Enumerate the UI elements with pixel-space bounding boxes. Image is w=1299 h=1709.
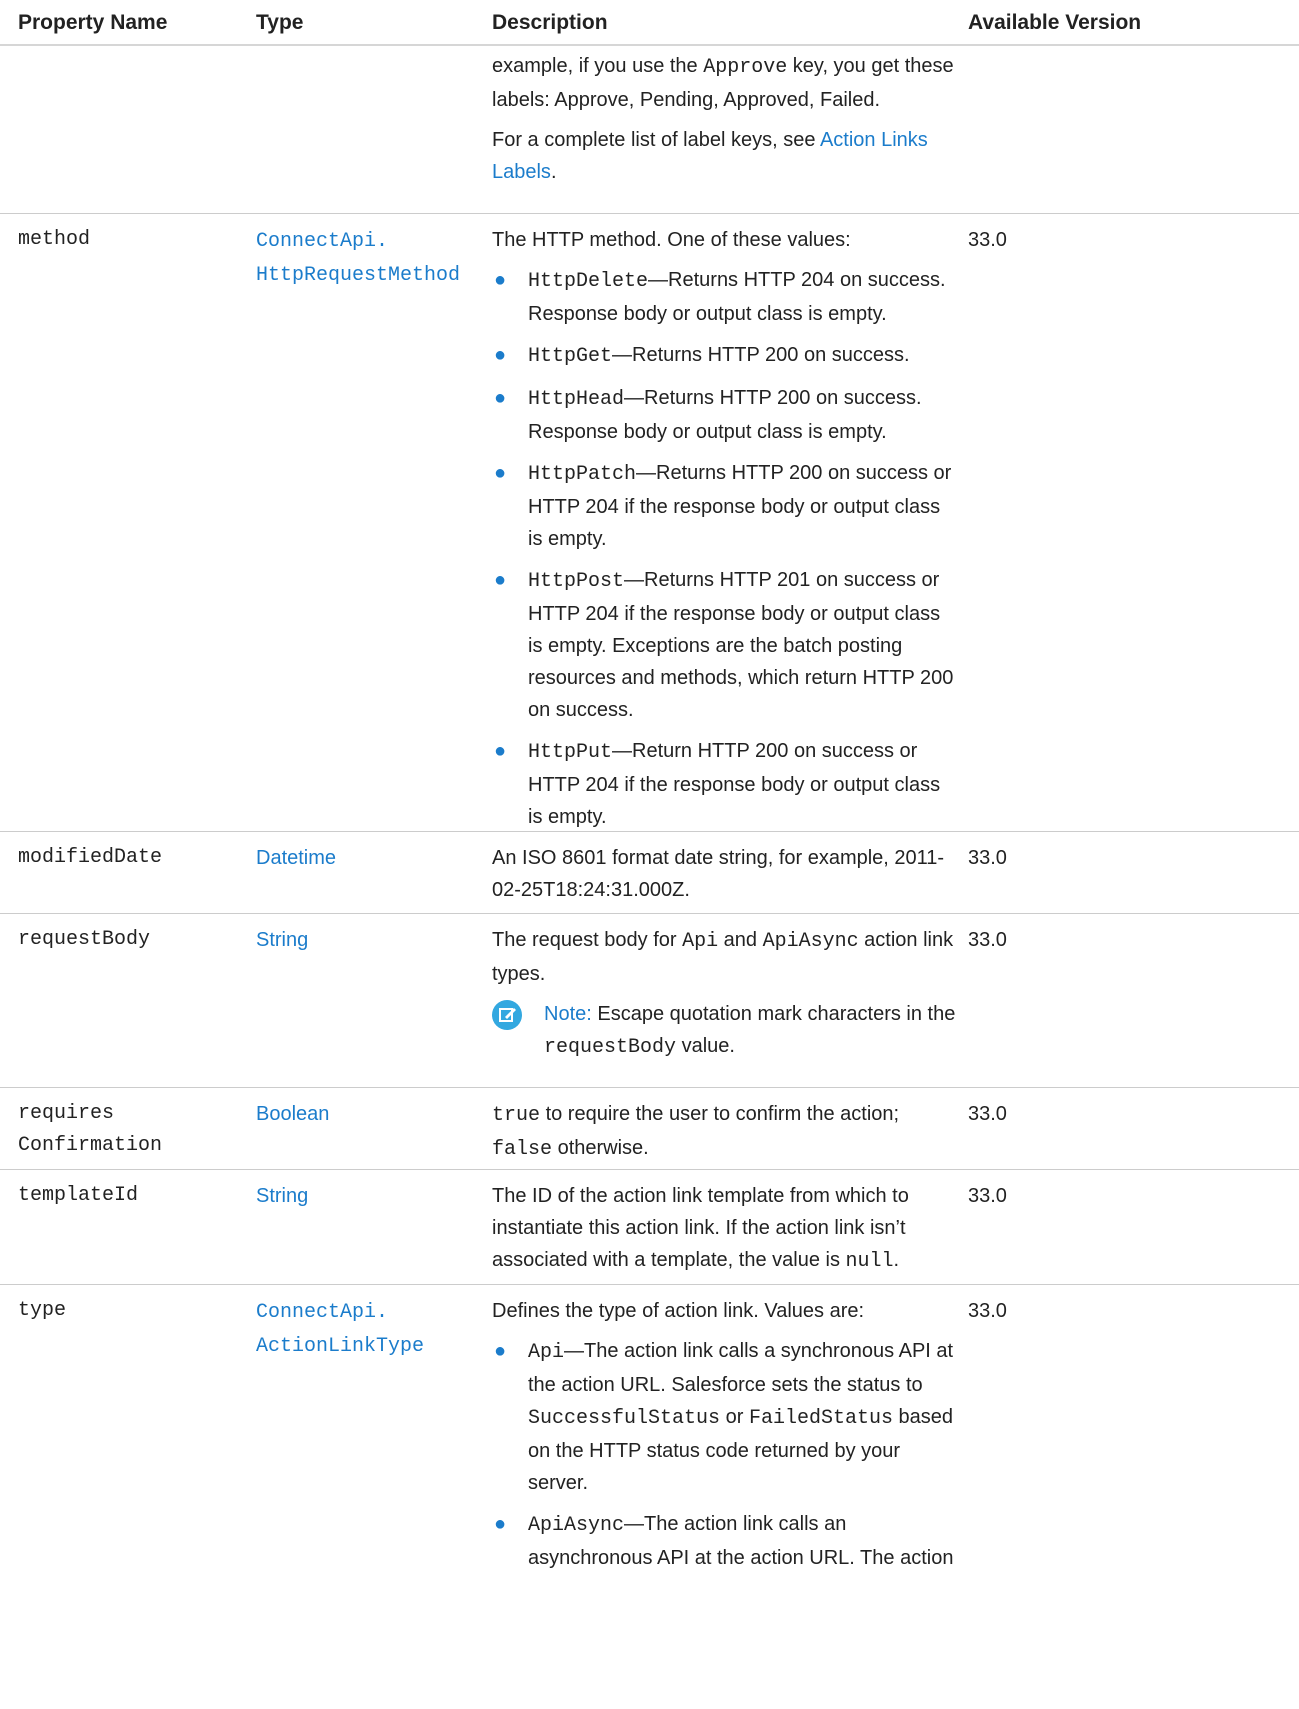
available-version: 33.0 (968, 847, 1007, 869)
bullet-icon: ● (494, 1340, 507, 1362)
row-divider (0, 1284, 1299, 1285)
bullet-icon: ● (494, 569, 507, 591)
method-values-list: ● HttpDelete—Returns HTTP 204 on success.… (492, 264, 958, 833)
label-keys-reference: For a complete list of label keys, see A… (492, 129, 928, 183)
description-cell: Defines the type of action link. Values … (492, 1295, 958, 1574)
type-link-httprequestmethod[interactable]: ConnectApi. HttpRequestMethod (256, 230, 460, 287)
description-cell: The request body for Api and ApiAsync ac… (492, 924, 958, 1064)
bullet-icon: ● (494, 344, 507, 366)
available-version: 33.0 (968, 229, 1007, 251)
type-cell: String (256, 1180, 481, 1212)
row-divider (0, 831, 1299, 832)
row-divider (0, 913, 1299, 914)
row-divider (0, 1169, 1299, 1170)
type-cell: Datetime (256, 842, 481, 874)
list-item: ● HttpGet—Returns HTTP 200 on success. (492, 339, 958, 373)
bullet-icon: ● (494, 269, 507, 291)
description-intro: Defines the type of action link. Values … (492, 1300, 865, 1322)
property-name: method (18, 228, 91, 251)
header-available-version: Available Version (968, 11, 1142, 34)
type-values-list: ● Api—The action link calls a synchronous… (492, 1335, 958, 1574)
label-keys-text: example, if you use the Approve key, you… (492, 55, 954, 111)
type-cell: Boolean (256, 1098, 481, 1130)
bullet-icon: ● (494, 462, 507, 484)
row-divider (0, 1087, 1299, 1088)
bullet-icon: ● (494, 740, 507, 762)
description-text: The request body for Api and ApiAsync ac… (492, 929, 954, 985)
available-version: 33.0 (968, 1103, 1007, 1125)
type-link-datetime[interactable]: Datetime (256, 847, 336, 869)
property-name: requires Confirmation (18, 1102, 163, 1157)
type-cell: ConnectApi. ActionLinkType (256, 1295, 481, 1363)
bullet-icon: ● (494, 387, 507, 409)
description-intro: The HTTP method. One of these values: (492, 229, 851, 251)
available-version: 33.0 (968, 929, 1007, 951)
note-label: Note: (544, 1003, 592, 1025)
note-callout: Note: Escape quotation mark characters i… (492, 998, 958, 1064)
list-item: ● HttpPut—Return HTTP 200 on success or H… (492, 735, 958, 833)
type-link-actionlinktype[interactable]: ConnectApi. ActionLinkType (256, 1301, 424, 1358)
type-cell: String (256, 924, 481, 956)
list-item: ● HttpDelete—Returns HTTP 204 on success.… (492, 264, 958, 330)
description-cell: The HTTP method. One of these values: ● H… (492, 224, 958, 833)
type-link-string[interactable]: String (256, 1185, 308, 1207)
type-cell: ConnectApi. HttpRequestMethod (256, 224, 481, 292)
property-name: templateId (18, 1184, 139, 1207)
available-version: 33.0 (968, 1300, 1007, 1322)
note-edit-icon (492, 1000, 522, 1030)
header-description: Description (492, 11, 608, 34)
description-cell: The ID of the action link template from … (492, 1185, 909, 1273)
list-item: ● HttpPost—Returns HTTP 201 on success or… (492, 564, 958, 726)
list-item: ● HttpHead—Returns HTTP 200 on success. R… (492, 382, 958, 448)
property-name: requestBody (18, 928, 151, 951)
list-item: ● Api—The action link calls a synchronous… (492, 1335, 958, 1499)
type-link-boolean[interactable]: Boolean (256, 1103, 329, 1125)
available-version: 33.0 (968, 1185, 1007, 1207)
list-item: ● ApiAsync—The action link calls an async… (492, 1508, 958, 1574)
table-header: Property Name Type Description Available… (0, 0, 1299, 46)
property-name: modifiedDate (18, 846, 163, 869)
description-cell: An ISO 8601 format date string, for exam… (492, 847, 945, 901)
description-cell: example, if you use the Approve key, you… (492, 50, 958, 196)
header-property-name: Property Name (18, 11, 168, 34)
property-name: type (18, 1299, 67, 1322)
header-type: Type (256, 11, 304, 34)
description-cell: true to require the user to confirm the … (492, 1103, 900, 1161)
row-divider (0, 213, 1299, 214)
type-link-string[interactable]: String (256, 929, 308, 951)
list-item: ● HttpPatch—Returns HTTP 200 on success o… (492, 457, 958, 555)
bullet-icon: ● (494, 1513, 507, 1535)
